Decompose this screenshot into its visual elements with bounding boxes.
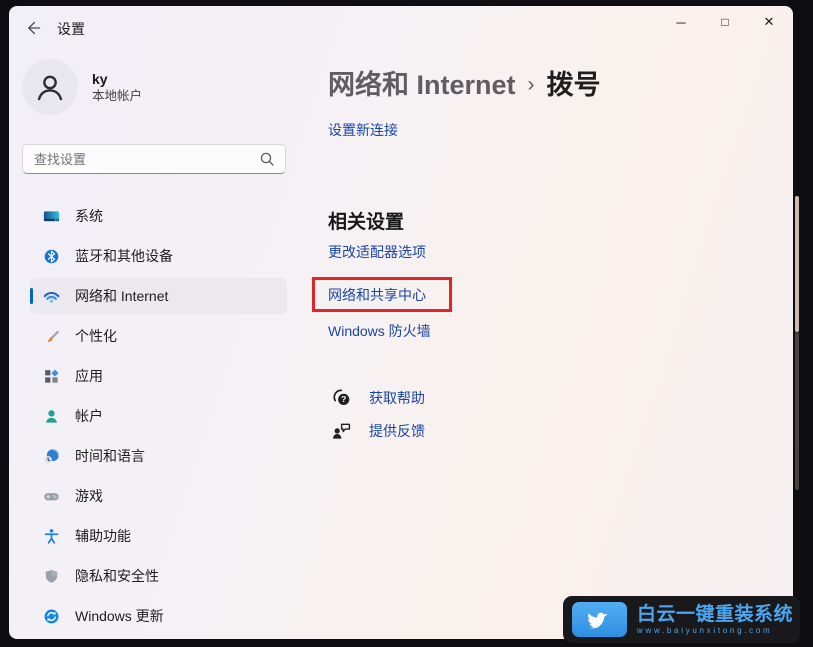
personalization-brush-icon [43, 328, 60, 345]
profile-account-type: 本地帐户 [92, 88, 142, 105]
avatar [22, 59, 78, 115]
highlight-box: 网络和共享中心 [312, 277, 452, 312]
account-profile[interactable]: ky 本地帐户 [22, 59, 142, 115]
sidebar-item-label: 隐私和安全性 [75, 566, 159, 586]
scrollbar-thumb[interactable] [795, 196, 799, 332]
time-language-icon [43, 448, 60, 465]
sidebar-item-gaming[interactable]: 游戏 [30, 478, 287, 514]
svg-text:?: ? [341, 394, 346, 404]
search-input[interactable] [23, 152, 259, 167]
sidebar-item-label: 应用 [75, 366, 103, 386]
feedback-link[interactable]: 提供反馈 [369, 421, 425, 441]
sidebar-item-accessibility[interactable]: 辅助功能 [30, 518, 287, 554]
sidebar-item-label: 个性化 [75, 326, 117, 346]
network-sharing-center-link[interactable]: 网络和共享中心 [328, 285, 426, 305]
feedback-row[interactable]: 提供反馈 [331, 420, 425, 442]
search-box [22, 144, 286, 174]
sidebar-item-system[interactable]: 系统 [30, 198, 287, 234]
sidebar-item-time-language[interactable]: 时间和语言 [30, 438, 287, 474]
back-arrow-icon [25, 19, 43, 37]
scrollbar-track-shadow [795, 332, 799, 490]
sidebar-item-accounts[interactable]: 帐户 [30, 398, 287, 434]
sidebar-item-label: 时间和语言 [75, 446, 145, 466]
feedback-icon [331, 420, 353, 442]
system-icon [43, 208, 60, 225]
windows-firewall-link[interactable]: Windows 防火墙 [328, 321, 431, 341]
selected-indicator [30, 288, 33, 304]
sidebar-item-label: 系统 [75, 206, 103, 226]
accounts-person-icon [43, 408, 60, 425]
sidebar-item-privacy[interactable]: 隐私和安全性 [30, 558, 287, 594]
watermark-url: www.baiyunxitong.com [637, 626, 793, 636]
windows-update-icon [43, 608, 60, 625]
setup-new-connection-link[interactable]: 设置新连接 [328, 120, 398, 140]
back-button[interactable] [19, 15, 49, 41]
breadcrumb-parent[interactable]: 网络和 Internet [328, 70, 516, 100]
main-content: 网络和 Internet › 拨号 设置新连接 相关设置 更改适配器选项 网络和共享… [328, 6, 788, 639]
get-help-row[interactable]: ? 获取帮助 [331, 387, 425, 409]
network-wifi-icon [43, 288, 60, 305]
watermark-bird-icon [572, 602, 627, 637]
sidebar-item-windows-update[interactable]: Windows 更新 [30, 598, 287, 634]
sidebar-item-label: Windows 更新 [75, 606, 164, 626]
chevron-right-icon: › [528, 73, 535, 96]
change-adapter-options-link[interactable]: 更改适配器选项 [328, 242, 426, 262]
get-help-icon: ? [331, 387, 353, 409]
breadcrumb: 网络和 Internet › 拨号 [328, 63, 601, 102]
related-settings-title: 相关设置 [328, 207, 404, 234]
window-title: 设置 [57, 19, 85, 39]
settings-window: 设置 ─ □ ✕ ky 本地帐户 [9, 6, 793, 639]
bluetooth-icon [43, 248, 60, 265]
sidebar-item-label: 游戏 [75, 486, 103, 506]
person-icon [33, 70, 67, 104]
page-title: 拨号 [547, 70, 601, 100]
sidebar-item-label: 帐户 [75, 406, 103, 426]
sidebar-item-network[interactable]: 网络和 Internet [30, 278, 287, 314]
sidebar-item-label: 辅助功能 [75, 526, 131, 546]
get-help-link[interactable]: 获取帮助 [369, 388, 425, 408]
watermark-title: 白云一键重装系统 [637, 604, 793, 626]
profile-name: ky [92, 70, 142, 88]
privacy-shield-icon [43, 568, 60, 585]
sidebar-item-label: 网络和 Internet [75, 286, 168, 306]
sidebar-item-label: 蓝牙和其他设备 [75, 246, 173, 266]
gamepad-icon [43, 488, 60, 505]
apps-icon [43, 368, 60, 385]
sidebar-nav: 系统 蓝牙和其他设备 网络和 Internet [30, 198, 287, 638]
sidebar-item-personalization[interactable]: 个性化 [30, 318, 287, 354]
sidebar-item-bluetooth[interactable]: 蓝牙和其他设备 [30, 238, 287, 274]
accessibility-icon [43, 528, 60, 545]
watermark-badge: 白云一键重装系统 www.baiyunxitong.com [563, 596, 800, 643]
sidebar-item-apps[interactable]: 应用 [30, 358, 287, 394]
search-icon[interactable] [259, 151, 275, 167]
